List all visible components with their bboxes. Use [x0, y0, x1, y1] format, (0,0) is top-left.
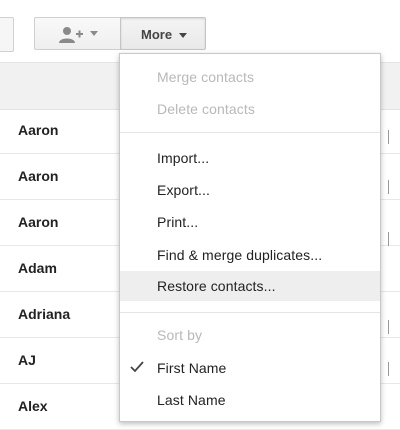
menu-item-import[interactable]: Import...: [120, 143, 380, 173]
contact-name: AJ: [18, 352, 36, 368]
edge-mark: [388, 232, 400, 246]
contact-name: Adriana: [18, 306, 71, 322]
more-dropdown-menu: Merge contacts Delete contacts Import...…: [119, 53, 381, 422]
menu-item-print[interactable]: Print...: [120, 207, 380, 237]
right-edge-fragments: [384, 62, 400, 422]
menu-item-restore-contacts[interactable]: Restore contacts...: [120, 271, 380, 301]
more-button-label: More: [141, 27, 173, 42]
menu-item-label: Find & merge duplicates...: [157, 247, 323, 263]
menu-heading-label: Sort by: [157, 327, 203, 343]
contact-name: Aaron: [18, 214, 59, 230]
menu-item-sort-first-name[interactable]: First Name: [120, 353, 380, 383]
chevron-down-icon: [179, 33, 187, 38]
partial-button[interactable]: [0, 17, 14, 52]
contact-name: Adam: [18, 260, 57, 276]
menu-item-label: Last Name: [157, 392, 226, 408]
menu-item-label: First Name: [157, 360, 227, 376]
menu-item-delete-contacts: Delete contacts: [120, 94, 380, 124]
edge-mark: [388, 130, 400, 144]
menu-item-merge-contacts: Merge contacts: [120, 62, 380, 92]
menu-item-export[interactable]: Export...: [120, 175, 380, 205]
add-contact-button[interactable]: [34, 17, 120, 50]
menu-item-label: Import...: [157, 150, 210, 166]
checkmark-icon: [130, 361, 144, 373]
menu-item-label: Print...: [157, 214, 199, 230]
edge-mark: [388, 180, 400, 194]
menu-separator: [120, 132, 380, 133]
edge-mark: [388, 362, 400, 376]
menu-item-label: Merge contacts: [157, 69, 255, 85]
menu-item-label: Export...: [157, 182, 211, 198]
menu-item-label: Restore contacts...: [157, 278, 276, 294]
menu-heading-sort-by: Sort by: [120, 320, 380, 350]
menu-separator: [120, 312, 380, 313]
menu-item-find-merge-duplicates[interactable]: Find & merge duplicates...: [120, 240, 380, 270]
add-person-icon: [59, 27, 83, 43]
menu-item-sort-last-name[interactable]: Last Name: [120, 385, 380, 415]
chevron-down-icon: [90, 31, 98, 36]
menu-item-label: Delete contacts: [157, 101, 255, 117]
contact-name: Aaron: [18, 168, 59, 184]
contact-name: Alex: [18, 398, 48, 414]
more-button[interactable]: More: [120, 17, 206, 50]
contact-name: Aaron: [18, 122, 59, 138]
edge-mark: [388, 320, 400, 334]
